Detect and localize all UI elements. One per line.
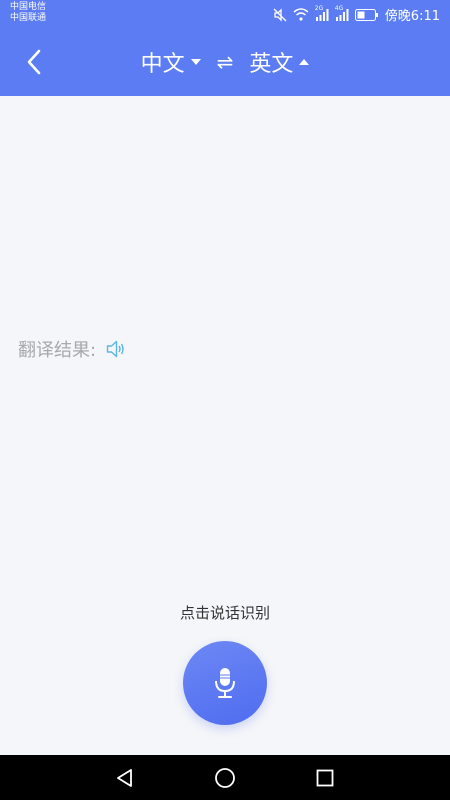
caret-down-icon (190, 59, 201, 65)
language-switcher: 中文 ⇌ 英文 (0, 46, 450, 78)
square-recents-icon (316, 769, 334, 787)
screen: 中国电信 中国联通 2G 4G 傍晚6:11 中文 ⇌ 英文 翻译结果: 点击说… (0, 0, 450, 800)
nav-recents-button[interactable] (310, 765, 340, 791)
target-language-selector[interactable]: 英文 (249, 46, 310, 78)
nav-home-button[interactable] (210, 765, 240, 791)
microphone-button[interactable] (183, 641, 267, 725)
target-language-label: 英文 (249, 52, 294, 77)
top-bar: 中国电信 中国联通 2G 4G 傍晚6:11 中文 ⇌ 英文 (0, 0, 450, 96)
speaker-button[interactable] (106, 340, 126, 358)
carrier-info: 中国电信 中国联通 (10, 2, 46, 24)
status-icons: 2G 4G 傍晚6:11 (273, 5, 440, 24)
nav-back-button[interactable] (110, 765, 140, 791)
mute-icon (273, 7, 287, 22)
translation-result: 翻译结果: (18, 336, 126, 362)
wifi-icon (293, 8, 309, 21)
source-language-label: 中文 (140, 52, 185, 77)
triangle-back-icon (117, 769, 132, 787)
status-time: 傍晚6:11 (384, 9, 440, 24)
microphone-icon (215, 668, 235, 698)
signal-1-label: 2G (314, 4, 324, 12)
signal-1-icon: 2G (315, 5, 329, 21)
carrier-2: 中国联通 (10, 13, 47, 23)
status-bar: 中国电信 中国联通 2G 4G 傍晚6:11 (0, 0, 450, 28)
battery-icon (354, 8, 379, 21)
voice-hint: 点击说话识别 (179, 604, 270, 622)
header: 中文 ⇌ 英文 (0, 28, 450, 96)
carrier-1: 中国电信 (10, 2, 47, 12)
system-nav-bar (0, 755, 450, 800)
caret-up-icon (299, 59, 310, 65)
signal-2-label: 4G (334, 4, 344, 12)
result-label: 翻译结果: (18, 340, 97, 361)
signal-2-icon: 4G (335, 5, 349, 21)
source-language-selector[interactable]: 中文 (141, 46, 201, 78)
circle-home-icon (215, 768, 235, 788)
speaker-icon (106, 340, 124, 358)
swap-arrows-icon[interactable]: ⇌ (217, 50, 234, 74)
